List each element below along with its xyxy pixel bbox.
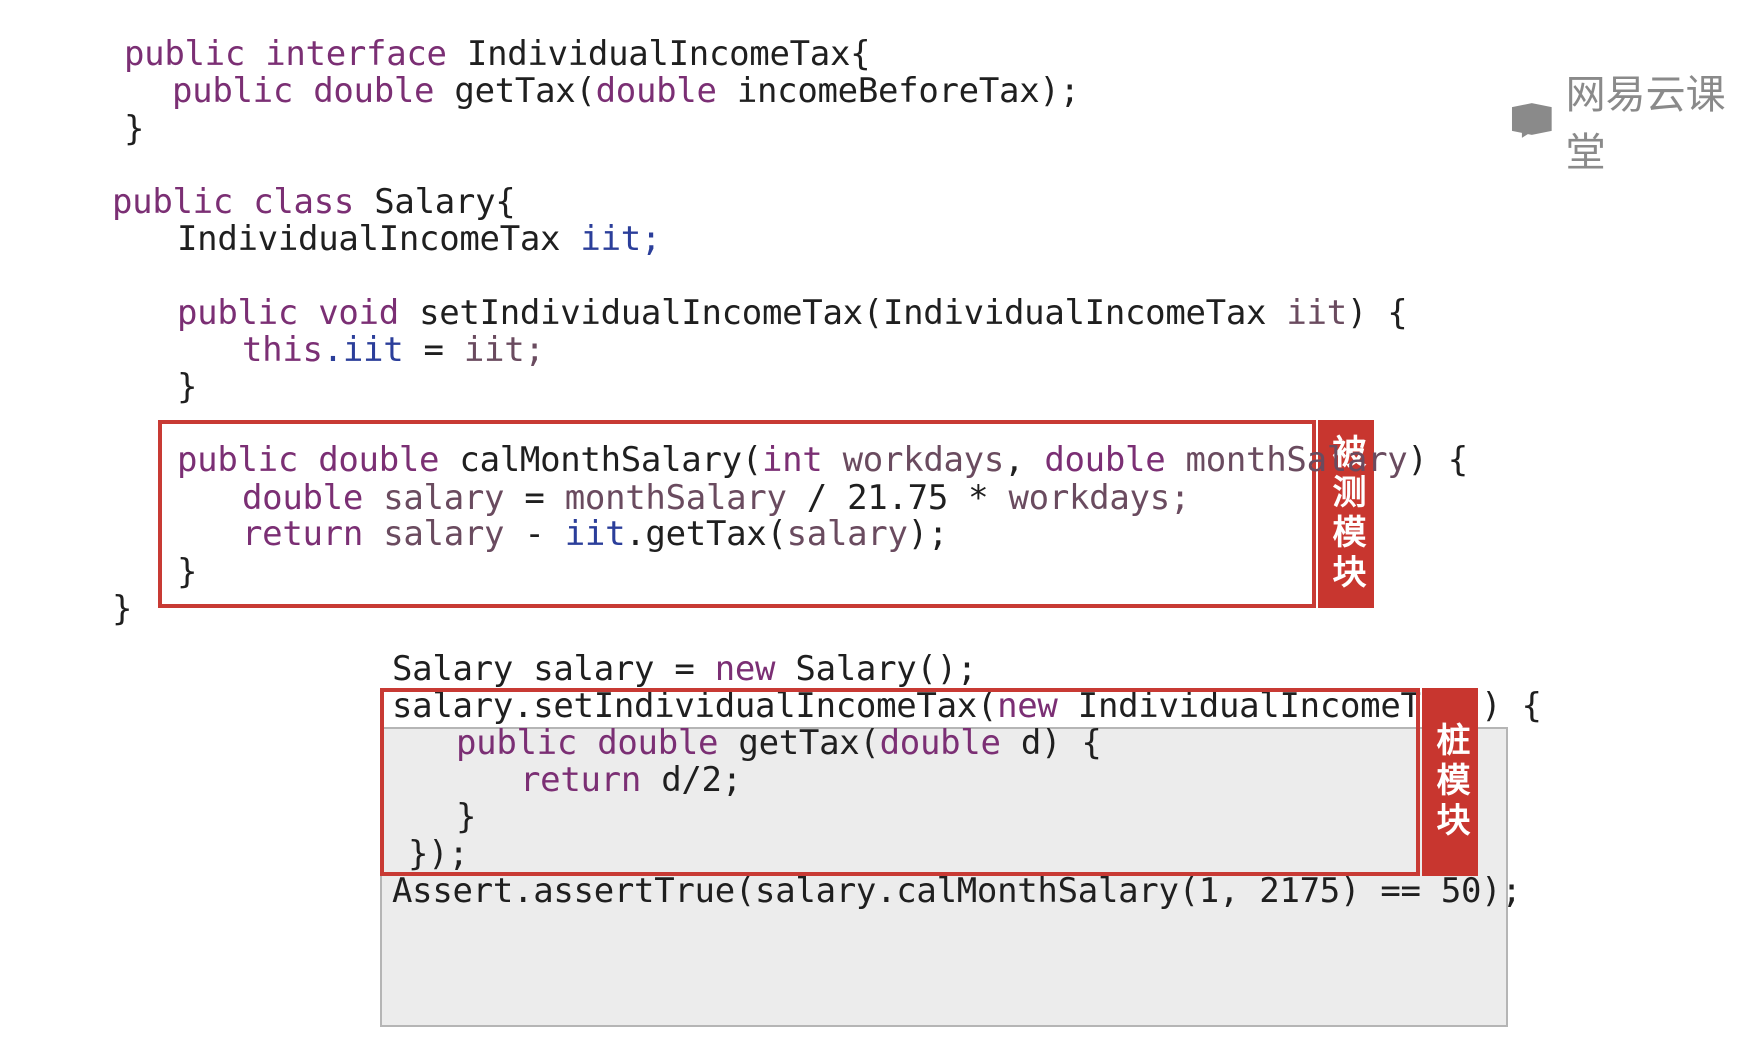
classroom-logo-icon	[1511, 103, 1552, 138]
code-line-interface-decl: public interface IndividualIncomeTax{	[124, 34, 871, 74]
code-line-setter-sig: public void setIndividualIncomeTax(Indiv…	[177, 293, 1408, 333]
code-line-interface-method: public double getTax(double incomeBefore…	[172, 71, 1080, 111]
code-line-class-decl: public class Salary{	[112, 182, 516, 222]
watermark-text: 网易云课堂	[1565, 72, 1726, 176]
code-line-setter-body: this.iit = iit;	[242, 330, 545, 370]
code-line-class-close: }	[112, 589, 133, 629]
code-line-cal-close: }	[177, 552, 198, 592]
code-line-interface-close: }	[124, 109, 145, 149]
stub-module-text: 桩模块	[1430, 722, 1470, 842]
code-line-cal-sig: public double calMonthSalary(int workday…	[177, 440, 1468, 480]
test-line-assert: Assert.assertTrue(salary.calMonthSalary(…	[392, 871, 1522, 911]
code-line-setter-close: }	[177, 367, 198, 407]
code-line-cal-return: return salary - iit.getTax(salary);	[242, 514, 948, 554]
stub-module-box	[380, 688, 1420, 876]
netease-cloud-classroom-logo: 网易云课堂	[1510, 62, 1764, 178]
code-line-field: IndividualIncomeTax iit;	[177, 219, 662, 259]
stub-module-label: 桩模块	[1422, 688, 1478, 876]
test-line-new-salary: Salary salary = new Salary();	[392, 649, 977, 689]
